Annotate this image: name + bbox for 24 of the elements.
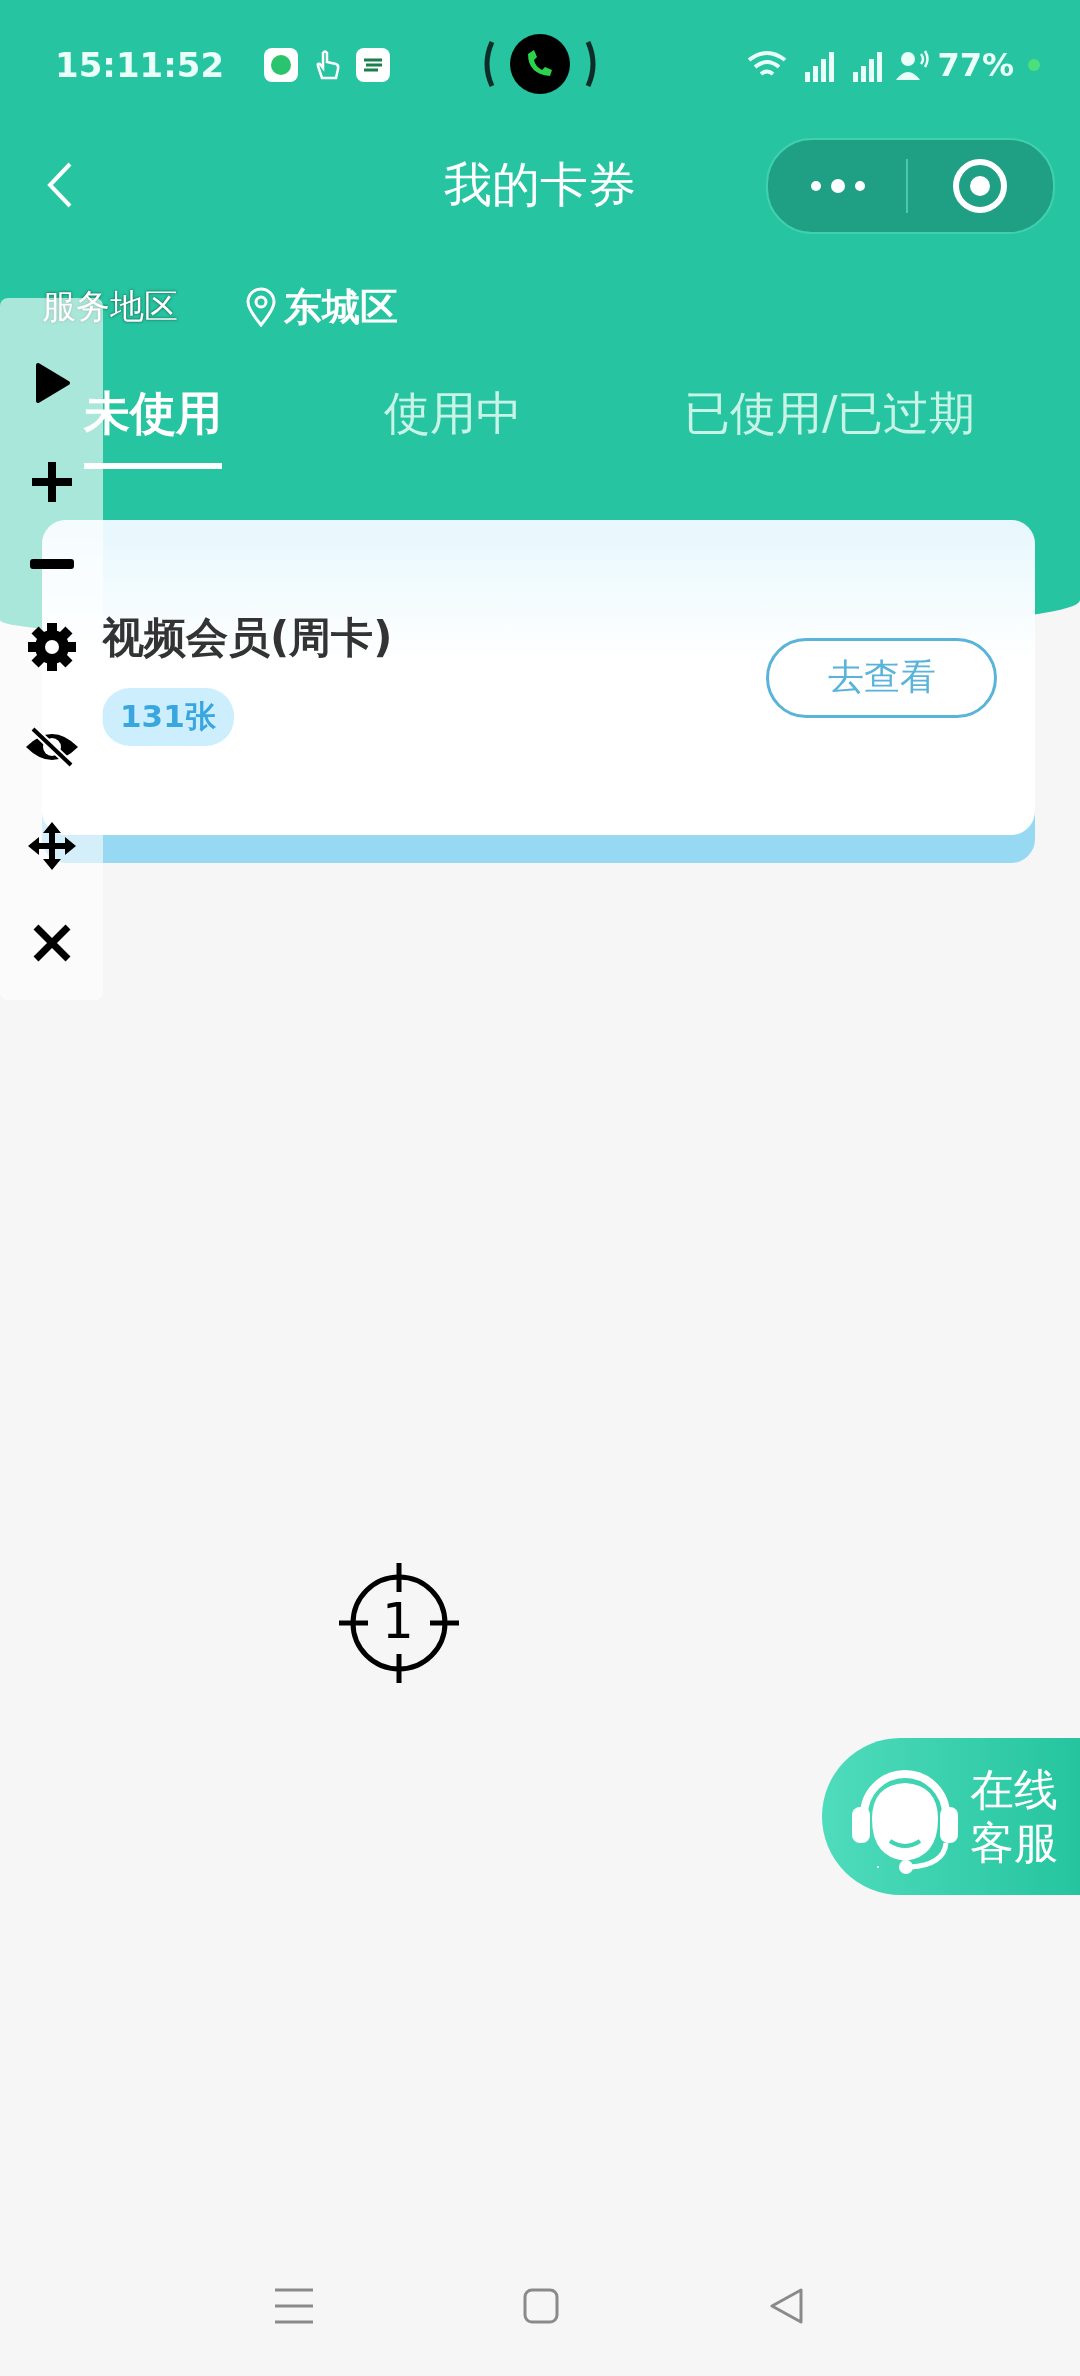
status-dot-icon: [1028, 59, 1040, 71]
home-icon[interactable]: [523, 2288, 559, 2324]
settings-icon[interactable]: [26, 622, 77, 672]
tab[interactable]: 已使用/已过期: [684, 383, 976, 469]
clock-time: 15:11:52: [55, 45, 225, 85]
region-value[interactable]: 东城区: [284, 281, 398, 333]
move-icon[interactable]: [27, 822, 76, 871]
tab[interactable]: 使用中: [384, 383, 522, 469]
coupon-count: 131张: [102, 687, 234, 746]
app-icon: [356, 48, 391, 82]
location-pin-icon: [246, 287, 276, 327]
service-label: 在线: [970, 1763, 1058, 1817]
view-button[interactable]: 去查看: [766, 637, 997, 718]
menu-icon[interactable]: [275, 2288, 313, 2324]
page-title: 我的卡券: [444, 155, 636, 214]
service-label: 客服: [970, 1816, 1058, 1870]
battery-level: 77%: [937, 46, 1014, 84]
person-icon: [895, 48, 932, 82]
minus-icon[interactable]: [29, 558, 74, 569]
online-service-button[interactable]: 在线 客服: [822, 1738, 1080, 1895]
back-icon[interactable]: [769, 2288, 805, 2324]
coupon-title: 视频会员(周卡): [102, 611, 393, 664]
marker-number: 1: [382, 1596, 414, 1646]
more-icon[interactable]: [808, 176, 868, 196]
